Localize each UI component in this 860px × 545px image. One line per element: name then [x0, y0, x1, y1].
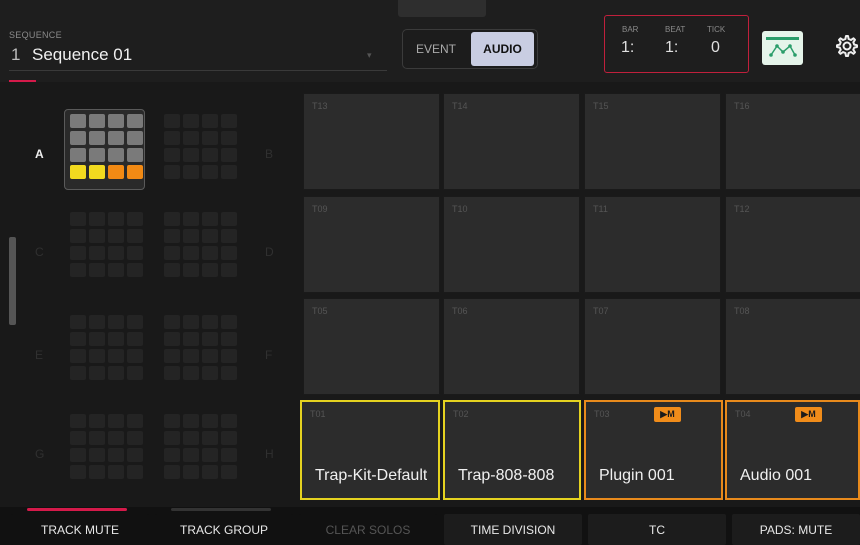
- pads-mute-button[interactable]: PADS: MUTE: [732, 514, 860, 545]
- track-number: T14: [452, 101, 468, 111]
- pads-mute-label: PADS: MUTE: [759, 522, 833, 537]
- bar-value[interactable]: 1:: [621, 39, 634, 57]
- track-pad-trap-808[interactable]: T02 Trap-808-808: [443, 400, 581, 500]
- gear-icon[interactable]: [834, 34, 858, 58]
- sequence-name[interactable]: Sequence 01: [32, 45, 132, 65]
- track-mute-button[interactable]: TRACK MUTE: [11, 508, 149, 545]
- track-pad-trap-kit[interactable]: T01 Trap-Kit-Default: [300, 400, 440, 500]
- bank-f-grid[interactable]: [164, 315, 237, 380]
- bank-a-label: A: [35, 147, 44, 161]
- bank-g-grid[interactable]: [70, 414, 143, 479]
- beat-value[interactable]: 1:: [665, 39, 678, 57]
- pad-bank-selector: [0, 82, 303, 506]
- time-division-button[interactable]: TIME DIVISION: [444, 514, 582, 545]
- bank-d-grid[interactable]: [164, 212, 237, 277]
- track-pad[interactable]: T14: [443, 93, 580, 190]
- track-pad[interactable]: T16: [725, 93, 860, 190]
- mute-badge: ▶M: [795, 407, 822, 422]
- track-pad[interactable]: T11: [584, 196, 721, 293]
- bank-b-label: B: [265, 147, 274, 161]
- track-name: Audio 001: [740, 467, 813, 484]
- track-number: T05: [312, 306, 328, 316]
- automation-curve-icon: [766, 37, 799, 57]
- track-number: T06: [452, 306, 468, 316]
- track-number: T02: [453, 409, 469, 419]
- bank-e-label: E: [35, 348, 44, 362]
- clear-solos-label: CLEAR SOLOS: [325, 522, 411, 537]
- track-number: T16: [734, 101, 750, 111]
- track-pad[interactable]: T08: [725, 298, 860, 395]
- track-name: Trap-Kit-Default: [315, 467, 428, 484]
- chevron-down-icon[interactable]: ▾: [367, 50, 372, 61]
- audio-mode-button[interactable]: AUDIO: [471, 32, 534, 66]
- bank-f-label: F: [265, 348, 273, 362]
- sequence-label: SEQUENCE: [9, 30, 62, 40]
- track-number: T01: [310, 409, 326, 419]
- event-audio-toggle: EVENT AUDIO: [402, 29, 538, 69]
- sequence-field-underline: [9, 70, 387, 71]
- track-number: T10: [452, 204, 468, 214]
- inactive-indicator: [171, 508, 271, 511]
- track-pad[interactable]: T10: [443, 196, 580, 293]
- tc-label: TC: [649, 522, 665, 537]
- track-pad[interactable]: T15: [584, 93, 721, 190]
- track-number: T03: [594, 409, 610, 419]
- track-group-button[interactable]: TRACK GROUP: [155, 508, 293, 545]
- track-name: Trap-808-808: [458, 467, 555, 484]
- beat-label: BEAT: [665, 25, 686, 34]
- track-pad[interactable]: T13: [303, 93, 440, 190]
- bank-b-grid[interactable]: [164, 114, 237, 179]
- track-pad[interactable]: T12: [725, 196, 860, 293]
- time-division-label: TIME DIVISION: [470, 522, 556, 537]
- top-pull-tab[interactable]: [398, 0, 486, 17]
- track-name: Plugin 001: [599, 467, 675, 484]
- bar-label: BAR: [622, 25, 639, 34]
- event-mode-button[interactable]: EVENT: [404, 31, 468, 67]
- mute-badge: ▶M: [654, 407, 681, 422]
- track-number: T04: [735, 409, 751, 419]
- bank-c-label: C: [35, 245, 44, 259]
- track-number: T09: [312, 204, 328, 214]
- tick-value[interactable]: 0: [711, 39, 720, 57]
- side-scroll-handle[interactable]: [9, 237, 16, 325]
- track-group-label: TRACK GROUP: [179, 522, 268, 537]
- track-pad-plugin[interactable]: T03 ▶M Plugin 001: [584, 400, 723, 500]
- bottom-function-bar: TRACK MUTE TRACK GROUP CLEAR SOLOS TIME …: [0, 507, 860, 545]
- track-number: T07: [593, 306, 609, 316]
- bank-a-grid[interactable]: [70, 114, 143, 179]
- track-pad[interactable]: T07: [584, 298, 721, 395]
- bank-h-label: H: [265, 447, 274, 461]
- track-number: T08: [734, 306, 750, 316]
- bank-c-grid[interactable]: [70, 212, 143, 277]
- clear-solos-button[interactable]: CLEAR SOLOS: [299, 514, 437, 545]
- track-pad[interactable]: T05: [303, 298, 440, 395]
- bank-d-label: D: [265, 245, 274, 259]
- bank-e-grid[interactable]: [70, 315, 143, 380]
- tc-button[interactable]: TC: [588, 514, 726, 545]
- track-pad[interactable]: T09: [303, 196, 440, 293]
- track-mute-label: TRACK MUTE: [41, 522, 119, 537]
- bank-g-label: G: [35, 447, 45, 461]
- tick-label: TICK: [707, 25, 726, 34]
- position-display[interactable]: BAR 1: BEAT 1: TICK 0: [604, 15, 749, 73]
- header-bar: SEQUENCE 1 Sequence 01 ▾ EVENT AUDIO BAR…: [0, 0, 860, 82]
- automation-button[interactable]: [762, 31, 803, 65]
- track-number: T13: [312, 101, 328, 111]
- track-number: T15: [593, 101, 609, 111]
- track-number: T12: [734, 204, 750, 214]
- sequence-number[interactable]: 1: [11, 45, 20, 65]
- track-pad[interactable]: T06: [443, 298, 580, 395]
- bank-h-grid[interactable]: [164, 414, 237, 479]
- active-indicator: [27, 508, 127, 511]
- track-pad-grid: T13 T14 T15 T16 T09 T10 T11 T12 T05 T06 …: [300, 93, 860, 503]
- track-number: T11: [593, 204, 608, 214]
- track-pad-audio[interactable]: T04 ▶M Audio 001: [725, 400, 860, 500]
